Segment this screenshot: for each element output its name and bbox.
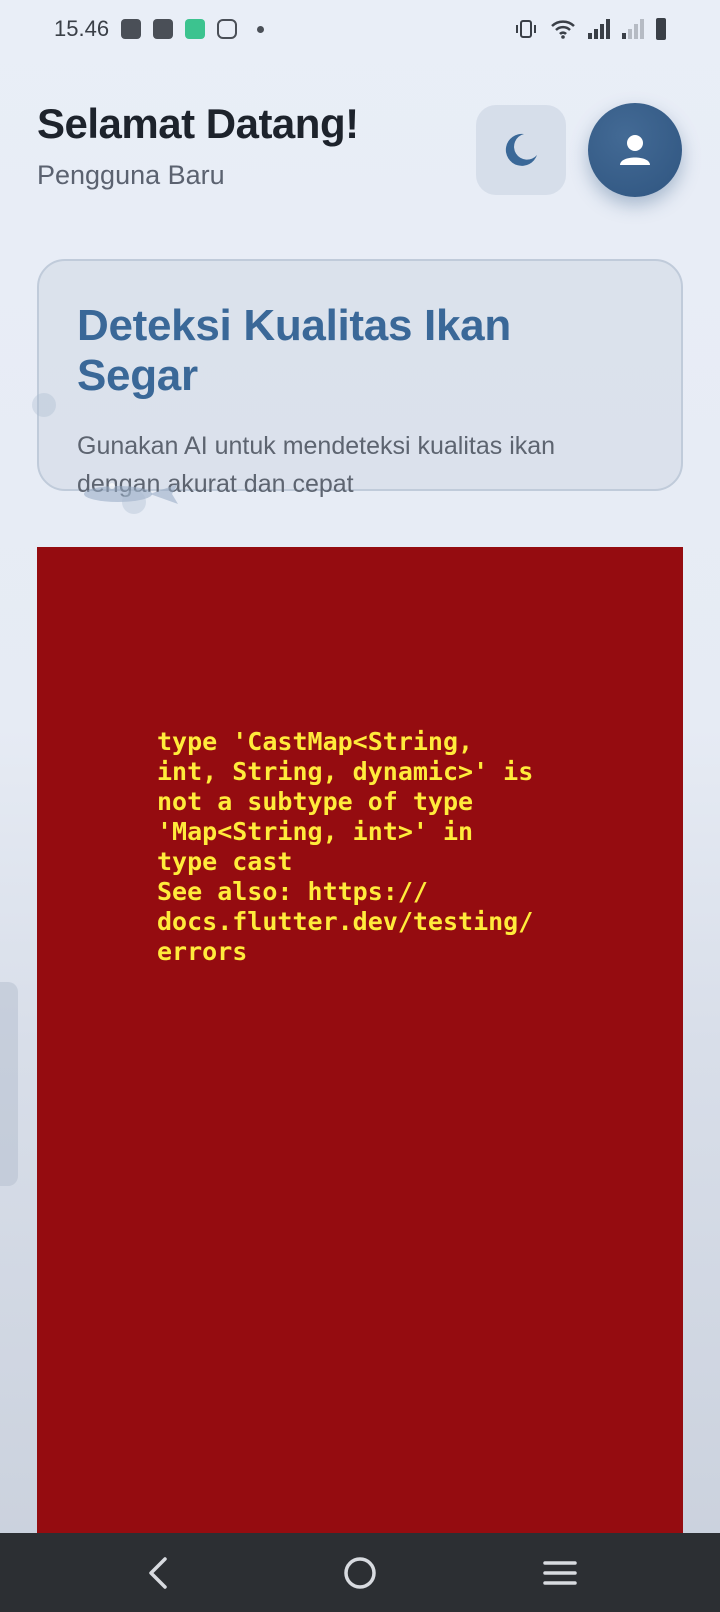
profile-avatar-button[interactable] [588, 103, 682, 197]
user-name: Pengguna Baru [37, 160, 225, 190]
navigation-bar [0, 1533, 720, 1612]
status-left: 15.46 [54, 16, 265, 42]
dark-mode-toggle-button[interactable] [476, 105, 566, 195]
menu-icon [543, 1560, 577, 1585]
hero-title: Deteksi Kualitas Ikan Segar [77, 301, 511, 400]
back-icon [149, 1556, 167, 1589]
home-icon [344, 1556, 376, 1589]
greeting-header: Selamat Datang! Pengguna Baru [37, 100, 359, 191]
signal-icon [588, 19, 610, 39]
recents-button[interactable] [530, 1543, 590, 1603]
decor-bubble [32, 393, 56, 417]
wifi-icon [551, 20, 575, 39]
home-button[interactable] [330, 1543, 390, 1603]
battery-icon [656, 18, 666, 40]
facebook-icon [153, 19, 174, 39]
vidio-icon [185, 19, 206, 39]
status-right [514, 18, 666, 40]
moon-icon [505, 133, 537, 166]
fish-decor-icon [84, 483, 178, 514]
welcome-title: Selamat Datang! [37, 100, 359, 147]
instagram-icon [217, 19, 238, 39]
status-bar: 15.46 [0, 0, 720, 58]
signal-weak-icon [622, 19, 644, 39]
status-time: 15.46 [54, 16, 110, 41]
robot-icon [121, 19, 142, 39]
error-message: type 'CastMap<String, int, String, dynam… [157, 727, 534, 966]
dot-icon [257, 25, 265, 33]
edge-panel-handle[interactable] [0, 982, 18, 1186]
flutter-error-box: type 'CastMap<String, int, String, dynam… [37, 547, 683, 1547]
vibrate-icon [516, 20, 536, 38]
back-button[interactable] [130, 1543, 190, 1603]
person-icon [620, 135, 650, 165]
hero-card: Deteksi Kualitas Ikan Segar Gunakan AI u… [37, 259, 683, 498]
